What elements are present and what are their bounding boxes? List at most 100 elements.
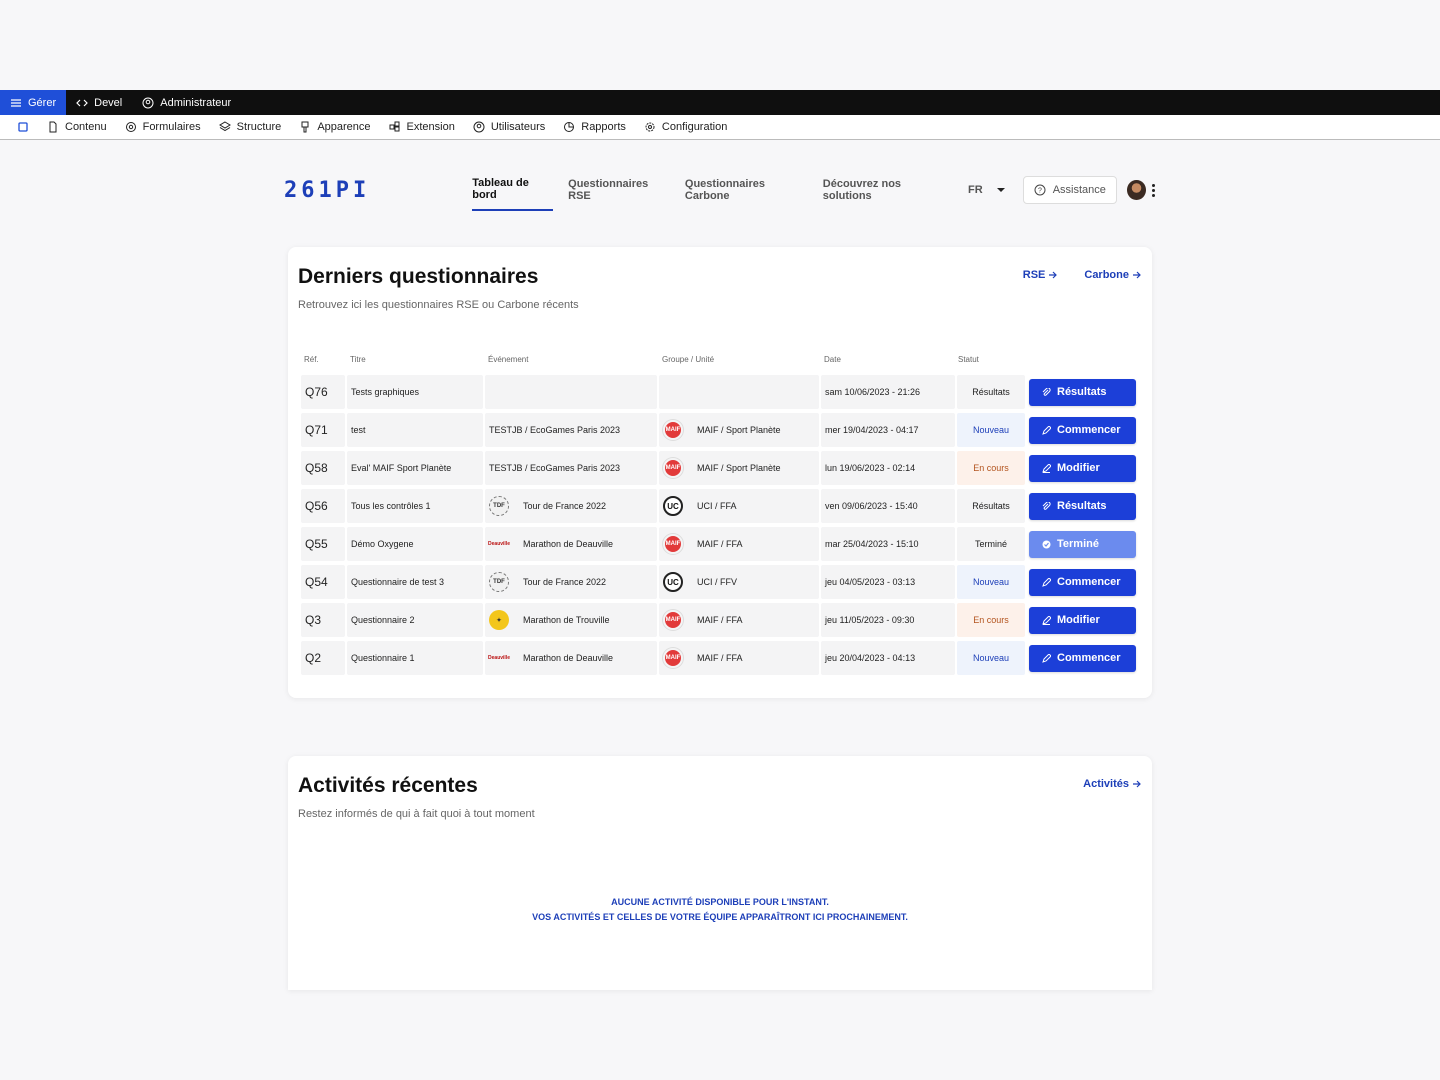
table-row[interactable]: Q55 Démo Oxygene Deauville Marathon de De…	[300, 525, 1140, 563]
status-badge: Nouveau	[957, 641, 1025, 675]
cell-action: Commencer	[1027, 413, 1139, 447]
section-title: Derniers questionnaires	[298, 265, 539, 288]
tray-item-appearance[interactable]: Apparence	[290, 121, 379, 133]
results-button[interactable]: Résultats	[1029, 378, 1136, 406]
table-row[interactable]: Q58 Eval' MAIF Sport Planète TESTJB / Ec…	[300, 449, 1140, 487]
empty-state-line: VOS ACTIVITÉS ET CELLES DE VOTRE ÉQUIPE …	[532, 912, 908, 922]
event-label: Marathon de Deauville	[523, 539, 614, 549]
table-row[interactable]: Q76 Tests graphiques sam 10/06/2023 - 21…	[300, 373, 1140, 411]
event-label: Marathon de Deauville	[523, 653, 614, 663]
done-button[interactable]: Terminé	[1029, 530, 1136, 558]
edit-button[interactable]: Modifier	[1029, 606, 1136, 634]
tray-item-content[interactable]: Contenu	[38, 121, 116, 133]
cell-event: Deauville Marathon de Deauville	[485, 641, 657, 675]
cell-group: UC UCI / FFA	[659, 489, 819, 523]
cell-title: Tests graphiques	[347, 375, 483, 409]
tray-toggle[interactable]	[8, 121, 38, 133]
table-row[interactable]: Q2 Questionnaire 1 Deauville Marathon de …	[300, 639, 1140, 677]
event-label: Tour de France 2022	[523, 577, 607, 587]
chart-pie-icon	[564, 122, 575, 132]
event-label: Marathon de Trouville	[523, 615, 610, 625]
cell-group: MAIF MAIF / FFA	[659, 603, 819, 637]
pencil-icon	[1042, 425, 1051, 435]
nav-item-solutions[interactable]: Découvrez nos solutions	[823, 170, 948, 210]
cell-date: lun 19/06/2023 - 02:14	[821, 451, 955, 485]
card-links: RSE Carbone	[1023, 269, 1142, 281]
cell-title: test	[347, 413, 483, 447]
carbone-link[interactable]: Carbone	[1084, 269, 1142, 281]
user-circle-icon	[142, 97, 154, 108]
assistance-button[interactable]: ? Assistance	[1022, 176, 1117, 204]
nav-item-carbone[interactable]: Questionnaires Carbone	[685, 170, 808, 210]
deauville-logo: Deauville	[488, 541, 510, 547]
col-header-title: Titre	[350, 354, 366, 364]
manage-menu[interactable]: Gérer	[0, 90, 67, 115]
section-subtitle: Retrouvez ici les questionnaires RSE ou …	[298, 299, 579, 311]
check-circle-icon	[1042, 540, 1051, 548]
tray-item-configuration[interactable]: Configuration	[635, 121, 736, 133]
arrow-right-icon	[1133, 271, 1141, 279]
maif-logo: MAIF	[663, 648, 683, 668]
activities-link[interactable]: Activités	[1083, 778, 1142, 790]
cell-ref: Q71	[301, 413, 345, 447]
group-label: UCI / FFV	[697, 577, 737, 587]
start-button[interactable]: Commencer	[1029, 644, 1136, 672]
edit-button[interactable]: Modifier	[1029, 454, 1136, 482]
table-row[interactable]: Q54 Questionnaire de test 3 TDF Tour de F…	[300, 563, 1140, 601]
activities-card: Activités récentes Restez informés de qu…	[288, 756, 1152, 990]
start-button[interactable]: Commencer	[1029, 416, 1136, 444]
table-row[interactable]: Q3 Questionnaire 2 ✦ Marathon de Trouvill…	[300, 601, 1140, 639]
cell-group: MAIF MAIF / FFA	[659, 641, 819, 675]
rse-link[interactable]: RSE	[1023, 269, 1059, 281]
table-row[interactable]: Q56 Tous les contrôles 1 TDF Tour de Fran…	[300, 487, 1140, 525]
admin-user-menu[interactable]: Administrateur	[132, 90, 241, 115]
button-label: Commencer	[1057, 424, 1121, 436]
nav-item-dashboard[interactable]: Tableau de bord	[472, 169, 554, 211]
devel-menu[interactable]: Devel	[66, 90, 132, 115]
cell-title: Tous les contrôles 1	[347, 489, 483, 523]
tray-label: Contenu	[65, 121, 107, 133]
brand-logo[interactable]: 261PI	[284, 178, 472, 203]
avatar[interactable]	[1126, 180, 1147, 200]
button-label: Modifier	[1057, 462, 1100, 474]
cell-ref: Q54	[301, 565, 345, 599]
tray-label: Apparence	[317, 121, 371, 133]
status-badge: Nouveau	[957, 413, 1025, 447]
deauville-logo: Deauville	[488, 655, 510, 661]
assistance-label: Assistance	[1052, 184, 1106, 196]
tray-label: Rapports	[581, 121, 626, 133]
cell-date: jeu 04/05/2023 - 03:13	[821, 565, 955, 599]
tray-label: Configuration	[661, 121, 728, 133]
cell-ref: Q3	[301, 603, 345, 637]
language-value: FR	[968, 184, 983, 196]
nav-item-rse[interactable]: Questionnaires RSE	[568, 170, 670, 210]
language-select[interactable]: FR	[968, 184, 1005, 196]
tray-item-users[interactable]: Utilisateurs	[464, 121, 554, 133]
tray-item-forms[interactable]: Formulaires	[116, 121, 210, 133]
results-button[interactable]: Résultats	[1029, 492, 1136, 520]
start-button[interactable]: Commencer	[1029, 568, 1136, 596]
tour-de-france-logo: TDF	[489, 496, 509, 516]
cell-title: Questionnaire 2	[347, 603, 483, 637]
manage-label: Gérer	[28, 96, 57, 109]
tray-item-reports[interactable]: Rapports	[554, 121, 635, 133]
col-header-date: Date	[824, 354, 841, 364]
more-vertical-icon[interactable]	[1150, 183, 1156, 197]
cell-ref: Q76	[301, 375, 345, 409]
tray-item-structure[interactable]: Structure	[210, 121, 291, 133]
table-row[interactable]: Q71 test TESTJB / EcoGames Paris 2023 MA…	[300, 411, 1140, 449]
pencil-icon	[1042, 577, 1051, 587]
questionnaires-table: Réf. Titre Événement Groupe / Unité Date…	[300, 345, 1140, 677]
cell-date: jeu 11/05/2023 - 09:30	[821, 603, 955, 637]
table-header: Réf. Titre Événement Groupe / Unité Date…	[300, 345, 1140, 373]
tray-item-extension[interactable]: Extension	[380, 121, 464, 133]
section-subtitle: Restez informés de qui à fait quoi à tou…	[298, 808, 535, 820]
gear-icon	[645, 122, 655, 132]
cell-action: Résultats	[1027, 489, 1139, 523]
cell-date: mer 19/04/2023 - 04:17	[821, 413, 955, 447]
maif-logo: MAIF	[663, 458, 683, 478]
cell-action: Modifier	[1027, 451, 1139, 485]
cell-event: TDF Tour de France 2022	[485, 565, 657, 599]
cell-date: jeu 20/04/2023 - 04:13	[821, 641, 955, 675]
trouville-logo: ✦	[489, 610, 509, 630]
